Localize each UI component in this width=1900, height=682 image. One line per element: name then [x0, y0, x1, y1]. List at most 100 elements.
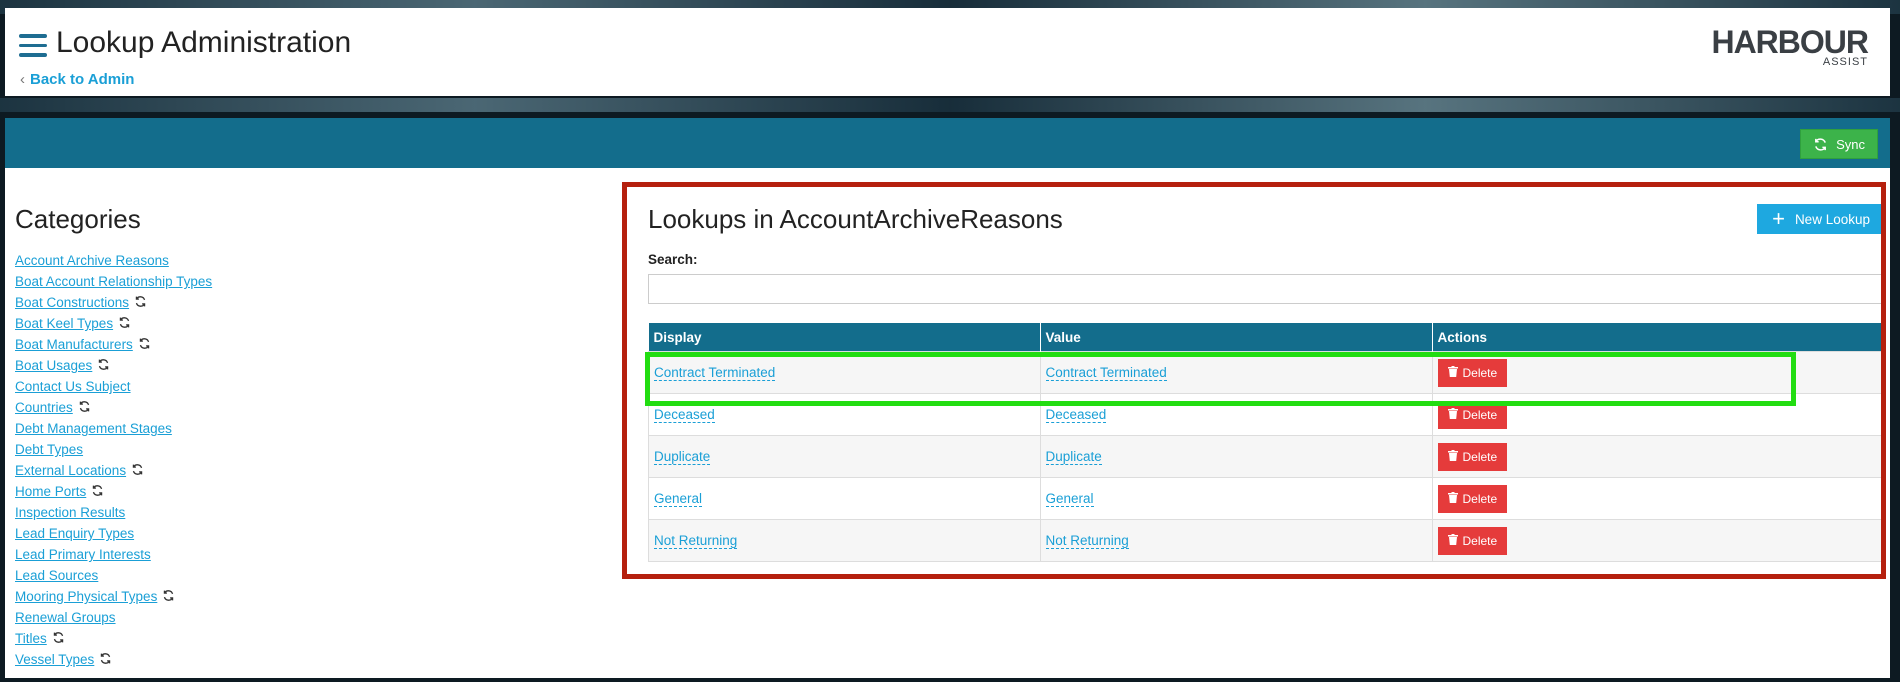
page-title: Lookup Administration [56, 26, 352, 59]
category-link[interactable]: Mooring Physical Types [15, 589, 157, 604]
display-link[interactable]: Duplicate [654, 449, 711, 465]
value-link[interactable]: General [1045, 491, 1094, 507]
display-link[interactable]: Contract Terminated [654, 365, 776, 381]
table-header-row: Display Value Actions [648, 323, 1884, 352]
category-link[interactable]: Lead Sources [15, 568, 98, 583]
actions-cell: Delete [1431, 393, 1884, 436]
category-link[interactable]: Lead Primary Interests [15, 547, 151, 562]
category-link[interactable]: Contact Us Subject [15, 379, 131, 394]
categories-title: Categories [15, 204, 141, 234]
category-item: Boat Account Relationship Types [15, 271, 212, 292]
back-to-admin-link[interactable]: ‹ Back to Admin [20, 71, 134, 88]
delete-button[interactable]: Delete [1437, 484, 1508, 513]
trash-icon [1447, 365, 1458, 380]
value-link[interactable]: Deceased [1045, 407, 1107, 423]
category-link[interactable]: Boat Keel Types [15, 316, 113, 331]
category-link[interactable]: Inspection Results [15, 505, 125, 520]
category-link[interactable]: Boat Manufacturers [15, 337, 133, 352]
display-link[interactable]: General [654, 491, 703, 507]
display-cell: General [648, 477, 1041, 520]
new-lookup-label: New Lookup [1794, 211, 1870, 227]
menu-icon[interactable] [19, 34, 47, 58]
value-cell: Not Returning [1039, 519, 1433, 562]
delete-button[interactable]: Delete [1437, 442, 1508, 471]
category-link[interactable]: Titles [15, 631, 47, 646]
category-item: Lead Enquiry Types [15, 523, 212, 544]
category-item: Debt Types [15, 439, 212, 460]
actions-cell: Delete [1431, 351, 1884, 394]
category-link[interactable]: Countries [15, 400, 73, 415]
display-cell: Contract Terminated [648, 351, 1041, 394]
search-label: Search: [648, 252, 698, 267]
table-row: Duplicate Duplicate Delete [648, 435, 1884, 478]
actions-cell: Delete [1431, 477, 1884, 520]
actions-cell: Delete [1431, 435, 1884, 478]
sync-button[interactable]: Sync [1800, 129, 1878, 159]
sync-icon [135, 295, 146, 307]
category-link[interactable]: Boat Usages [15, 358, 92, 373]
display-link[interactable]: Deceased [654, 407, 715, 423]
display-cell: Duplicate [648, 435, 1041, 478]
table-row: Not Returning Not Returning Delete [648, 519, 1884, 562]
table-row: Contract Terminated Contract Terminated De… [648, 351, 1884, 394]
sync-icon [139, 337, 150, 349]
category-link[interactable]: Lead Enquiry Types [15, 526, 134, 541]
delete-label: Delete [1462, 407, 1498, 422]
trash-icon [1447, 533, 1458, 548]
sync-icon [101, 652, 111, 664]
category-link[interactable]: Home Ports [15, 484, 86, 499]
category-item: Lead Sources [15, 565, 212, 586]
delete-button[interactable]: Delete [1437, 400, 1508, 429]
sync-icon [97, 358, 110, 374]
category-link[interactable]: External Locations [15, 463, 126, 478]
category-link[interactable]: Renewal Groups [15, 610, 116, 625]
sync-icon [53, 631, 63, 643]
category-link[interactable]: Boat Account Relationship Types [15, 274, 212, 289]
delete-label: Delete [1462, 365, 1498, 380]
sync-icon [138, 337, 151, 353]
sync-icon [99, 652, 112, 668]
category-link[interactable]: Account Archive Reasons [15, 253, 169, 268]
value-link[interactable]: Contract Terminated [1045, 365, 1167, 381]
category-link[interactable]: Debt Types [15, 442, 83, 457]
sync-icon [52, 631, 65, 647]
column-header-display: Display [648, 323, 1041, 352]
category-item: External Locations [15, 460, 212, 481]
sync-icon [79, 400, 89, 412]
categories-list: Account Archive Reasons Boat Account Rela… [15, 250, 212, 670]
search-input[interactable] [648, 274, 1884, 304]
value-link[interactable]: Duplicate [1045, 449, 1102, 465]
value-cell: Contract Terminated [1039, 351, 1433, 394]
category-item: Lead Primary Interests [15, 544, 212, 565]
sync-icon [91, 484, 104, 500]
column-header-value: Value [1040, 323, 1433, 352]
category-item: Vessel Types [15, 649, 212, 670]
sync-button-label: Sync [1836, 136, 1865, 152]
category-link[interactable]: Vessel Types [15, 652, 94, 667]
column-header-actions: Actions [1432, 323, 1884, 352]
sync-icon [93, 484, 103, 496]
back-link-label: Back to Admin [30, 71, 135, 88]
new-lookup-button[interactable]: + New Lookup [1757, 204, 1885, 234]
category-item: Contact Us Subject [15, 376, 212, 397]
sync-icon [119, 316, 130, 328]
category-item: Titles [15, 628, 212, 649]
value-link[interactable]: Not Returning [1045, 533, 1129, 549]
plus-icon: + [1772, 206, 1785, 231]
category-item: Home Ports [15, 481, 212, 502]
trash-icon [1447, 449, 1458, 464]
display-cell: Deceased [648, 393, 1041, 436]
category-link[interactable]: Boat Constructions [15, 295, 129, 310]
display-cell: Not Returning [648, 519, 1041, 562]
value-cell: Deceased [1039, 393, 1433, 436]
logo-main-text: HARBOUR [1711, 24, 1869, 60]
display-link[interactable]: Not Returning [654, 533, 738, 549]
sync-icon [1815, 137, 1827, 151]
delete-button[interactable]: Delete [1437, 526, 1508, 555]
lookups-title: Lookups in AccountArchiveReasons [648, 204, 1063, 234]
delete-button[interactable]: Delete [1437, 358, 1508, 387]
category-item: Renewal Groups [15, 607, 212, 628]
category-link[interactable]: Debt Management Stages [15, 421, 172, 436]
category-item: Inspection Results [15, 502, 212, 523]
action-band: Sync [5, 118, 1890, 168]
